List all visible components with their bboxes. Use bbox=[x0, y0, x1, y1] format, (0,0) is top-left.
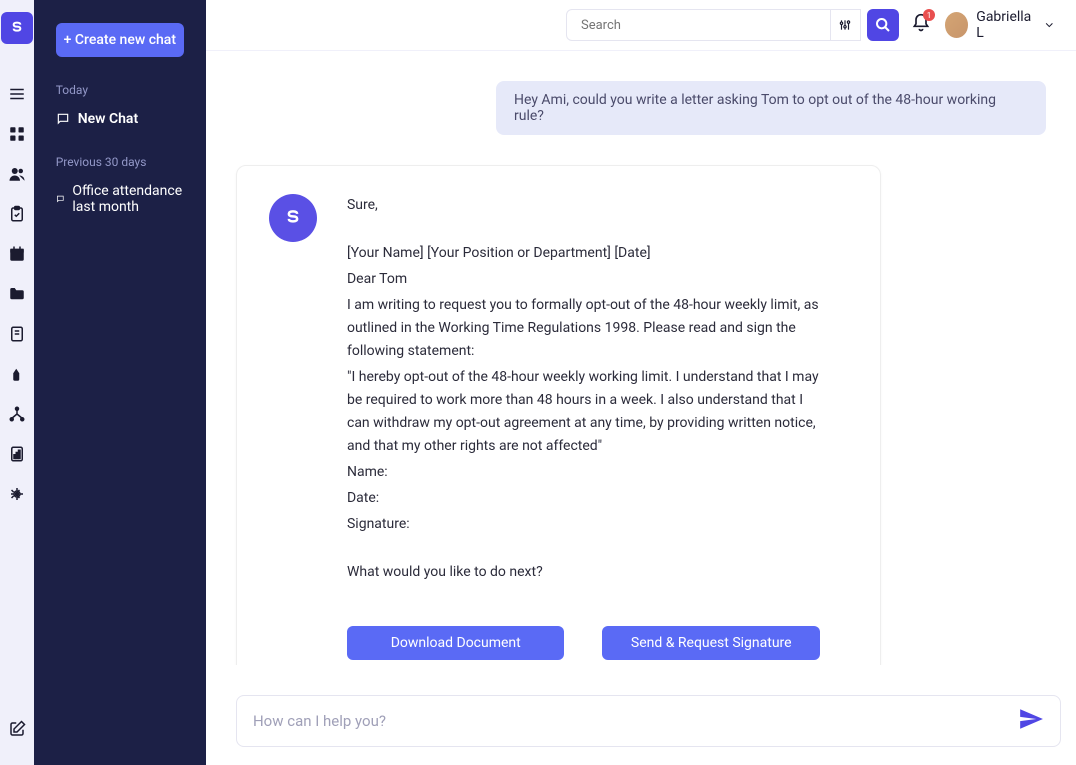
create-chat-button[interactable]: + Create new chat bbox=[56, 23, 184, 57]
dashboard-icon[interactable] bbox=[5, 122, 29, 146]
section-label-today: Today bbox=[34, 83, 206, 97]
folder-icon[interactable] bbox=[5, 282, 29, 306]
ai-avatar bbox=[269, 194, 317, 242]
search-button[interactable] bbox=[867, 9, 899, 41]
user-menu[interactable]: Gabriella L bbox=[945, 9, 1056, 41]
search-icon bbox=[875, 17, 891, 33]
search-input[interactable] bbox=[566, 9, 831, 41]
send-button[interactable] bbox=[1012, 700, 1050, 742]
ai-sig-line: Signature: bbox=[347, 513, 820, 536]
chat-icon bbox=[56, 192, 65, 206]
chat-item-label: New Chat bbox=[78, 111, 138, 127]
section-label-previous: Previous 30 days bbox=[34, 155, 206, 169]
chevron-down-icon bbox=[1043, 18, 1056, 32]
ai-closing: What would you like to do next? bbox=[347, 561, 820, 584]
org-icon[interactable] bbox=[5, 402, 29, 426]
message-input[interactable] bbox=[253, 702, 1012, 740]
composer bbox=[236, 695, 1061, 747]
notification-badge: 1 bbox=[923, 9, 935, 21]
user-message-bubble: Hey Ami, could you write a letter asking… bbox=[496, 81, 1046, 135]
download-button[interactable]: Download Document bbox=[347, 626, 565, 660]
nav-rail bbox=[0, 0, 34, 765]
ai-greeting: Sure, bbox=[347, 194, 820, 217]
ai-logo-icon bbox=[283, 208, 303, 228]
send-sign-button[interactable]: Send & Request Signature bbox=[602, 626, 820, 660]
document-icon[interactable] bbox=[5, 322, 29, 346]
ai-name-line: Name: bbox=[347, 461, 820, 484]
ai-body: Sure, [Your Name] [Your Position or Depa… bbox=[347, 194, 820, 586]
topbar-right: 1 Gabriella L bbox=[911, 9, 1056, 41]
chat-item-new[interactable]: New Chat bbox=[34, 105, 206, 133]
ai-response-card: Sure, [Your Name] [Your Position or Depa… bbox=[236, 165, 881, 665]
ai-letter-header: [Your Name] [Your Position or Department… bbox=[347, 242, 820, 265]
app-logo bbox=[1, 12, 33, 44]
applause-icon[interactable] bbox=[5, 362, 29, 386]
ai-para1: I am writing to request you to formally … bbox=[347, 294, 820, 363]
people-icon[interactable] bbox=[5, 162, 29, 186]
clipboard-icon[interactable] bbox=[5, 202, 29, 226]
user-name: Gabriella L bbox=[976, 9, 1035, 41]
main-area: 1 Gabriella L Hey Ami, could you write a… bbox=[206, 0, 1076, 765]
ai-statement: "I hereby opt-out of the 48-hour weekly … bbox=[347, 366, 820, 458]
calendar-icon[interactable] bbox=[5, 242, 29, 266]
edit-icon[interactable] bbox=[5, 717, 29, 741]
ai-salutation: Dear Tom bbox=[347, 268, 820, 291]
notifications-button[interactable]: 1 bbox=[911, 13, 931, 37]
avatar bbox=[945, 12, 968, 38]
ai-date-line: Date: bbox=[347, 487, 820, 510]
chat-item-label: Office attendance last month bbox=[72, 183, 184, 215]
chat-area: Hey Ami, could you write a letter asking… bbox=[206, 51, 1076, 665]
chat-item-office[interactable]: Office attendance last month bbox=[34, 177, 206, 221]
filter-icon[interactable] bbox=[831, 9, 861, 41]
chat-sidebar: + Create new chat Today New Chat Previou… bbox=[34, 0, 206, 765]
topbar: 1 Gabriella L bbox=[206, 0, 1076, 51]
menu-icon[interactable] bbox=[5, 82, 29, 106]
send-icon bbox=[1018, 706, 1044, 732]
report-icon[interactable] bbox=[5, 442, 29, 466]
chat-icon bbox=[56, 112, 70, 126]
gear-icon[interactable] bbox=[5, 482, 29, 506]
search-wrap bbox=[566, 9, 899, 41]
ai-actions: Download Document Send & Request Signatu… bbox=[347, 626, 820, 660]
